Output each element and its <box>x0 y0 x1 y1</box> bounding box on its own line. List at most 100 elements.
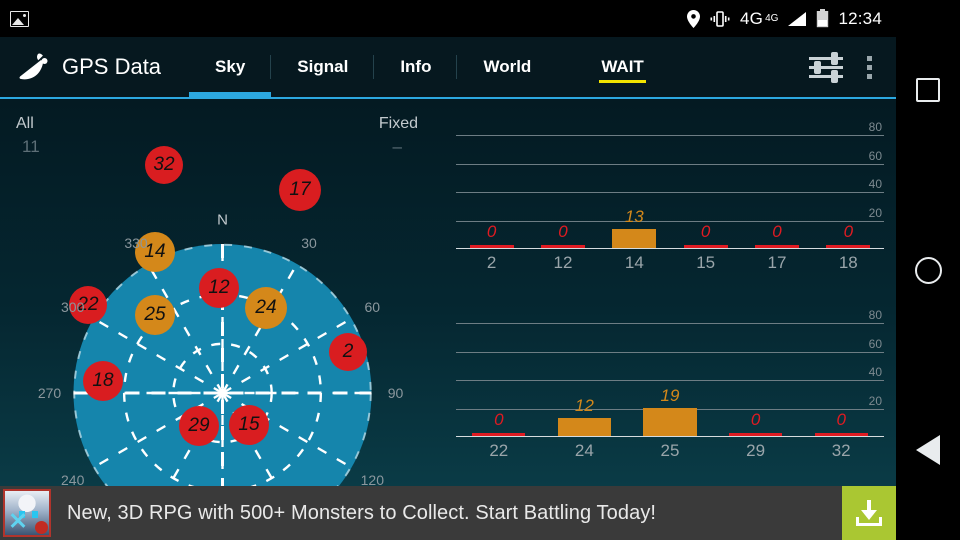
image-icon <box>10 10 29 27</box>
bearing-label-240: 240 <box>60 471 85 487</box>
vibrate-icon <box>710 10 730 27</box>
bar-column-14[interactable]: 13 <box>599 121 670 248</box>
fixed-satellites-label: Fixed <box>378 115 418 132</box>
x-tick-label-32: 32 <box>831 441 851 460</box>
x-tick-labels: 22 24 25 29 32 <box>456 441 884 461</box>
tab-signal[interactable]: Signal <box>271 37 375 97</box>
sky-plot[interactable]: All 11 Fixed – 32 17 14 12 22 25 24 2 18 29 15 N 30… <box>0 99 448 486</box>
home-button[interactable] <box>896 235 960 305</box>
bar-column-18[interactable]: 0 <box>813 121 884 248</box>
bar-column-12[interactable]: 0 <box>527 121 598 248</box>
satellite-id-label: 32 <box>153 154 175 175</box>
snr-chart-top-plot: 20 40 60 80 0 0 13 0 0 0 <box>456 120 884 249</box>
status-bar: 4G 4G 12:34 <box>0 0 896 37</box>
download-icon <box>856 500 882 526</box>
satellite-dish-icon <box>19 53 48 80</box>
bar-value-label: 0 <box>772 221 782 241</box>
bearing-label-90: 90 <box>387 385 404 401</box>
bar-column-29[interactable]: 0 <box>713 309 799 436</box>
bearing-label-270: 270 <box>37 385 62 401</box>
bar-value-label: 13 <box>624 207 644 227</box>
app-title: GPS Data <box>62 54 162 79</box>
snr-chart-bottom-plot: 20 40 60 80 0 12 19 0 0 <box>456 308 884 437</box>
bar-column-2[interactable]: 0 <box>456 121 527 248</box>
recents-button[interactable] <box>896 55 960 125</box>
square-icon <box>916 78 940 102</box>
satellite-marker-12[interactable]: 12 <box>199 268 239 308</box>
ad-banner[interactable]: New, 3D RPG with 500+ Monsters to Collec… <box>0 486 896 540</box>
bar-value-label: 0 <box>843 221 854 241</box>
ad-download-button[interactable] <box>842 486 896 540</box>
satellite-id-label: 15 <box>238 414 260 435</box>
signal-bars-icon <box>788 11 807 26</box>
gps-status-label: WAIT <box>601 57 644 76</box>
x-tick-label-12: 12 <box>553 253 573 272</box>
battery-icon <box>817 9 829 28</box>
bar-group: 0 0 13 0 0 0 <box>456 121 884 248</box>
tab-bar: Sky Signal Info World WAIT <box>189 37 658 97</box>
bar-value-label: 0 <box>486 221 497 241</box>
bearing-label-330: 330 <box>124 235 148 252</box>
tab-signal-label: Signal <box>297 57 349 76</box>
bar <box>557 418 611 436</box>
bar-value-label: 0 <box>558 221 568 241</box>
bar-value-label: 0 <box>494 409 504 429</box>
bearing-label-N: N <box>217 211 228 229</box>
tab-info[interactable]: Info <box>374 37 458 97</box>
snr-chart-top: 20 40 60 80 0 0 13 0 0 0 2 12 14 15 17 18 <box>448 107 896 295</box>
bar-column-17[interactable]: 0 <box>741 121 812 248</box>
app-bar: GPS Data Sky Signal Info World WAIT <box>0 37 896 99</box>
status-bar-left <box>0 10 29 27</box>
satellite-marker-32[interactable]: 32 <box>145 146 183 184</box>
tab-sky[interactable]: Sky <box>189 37 272 97</box>
bar-column-24[interactable]: 12 <box>542 309 628 436</box>
bearing-label-120: 120 <box>360 471 384 487</box>
satellite-id-label: 18 <box>92 370 114 391</box>
satellite-marker-25[interactable]: 25 <box>135 295 175 335</box>
satellite-marker-2[interactable]: 2 <box>329 333 367 371</box>
x-tick-label-18: 18 <box>838 253 858 272</box>
satellite-marker-15[interactable]: 15 <box>229 405 269 445</box>
satellite-marker-29[interactable]: 29 <box>179 406 219 446</box>
x-axis <box>456 247 884 249</box>
satellite-id-label: 29 <box>188 415 210 436</box>
all-satellites-label: All <box>16 115 34 132</box>
bar-group: 0 12 19 0 0 <box>456 309 884 436</box>
tab-info-label: Info <box>400 57 432 76</box>
bar-column-15[interactable]: 0 <box>670 121 741 248</box>
app-bar-actions <box>804 50 896 84</box>
satellite-id-label: 24 <box>255 297 277 318</box>
satellite-id-label: 17 <box>289 179 311 200</box>
satellite-marker-18[interactable]: 18 <box>83 361 123 401</box>
sliders-icon[interactable] <box>804 50 848 84</box>
app-brand: GPS Data <box>0 52 161 82</box>
location-pin-icon <box>687 9 701 28</box>
back-button[interactable] <box>896 415 960 485</box>
x-axis <box>456 435 884 437</box>
bar-column-22[interactable]: 0 <box>456 309 542 436</box>
bar-column-32[interactable]: 0 <box>798 309 884 436</box>
bar-value-label: 0 <box>700 221 711 241</box>
network-type-label: 4G <box>740 8 764 28</box>
satellite-marker-17[interactable]: 17 <box>279 169 321 211</box>
satellite-id-label: 2 <box>342 341 354 362</box>
more-vertical-icon[interactable] <box>856 50 882 84</box>
bar-column-25[interactable]: 19 <box>627 309 713 436</box>
x-tick-label-29: 29 <box>746 441 766 460</box>
gps-status-indicator[interactable]: WAIT <box>587 37 658 97</box>
x-tick-labels: 2 12 14 15 17 18 <box>456 253 884 273</box>
bar <box>643 408 697 436</box>
bar-value-label: 0 <box>836 409 846 429</box>
satellite-marker-24[interactable]: 24 <box>245 287 287 329</box>
satellite-id-label: 25 <box>144 304 166 325</box>
tab-world[interactable]: World <box>457 37 557 97</box>
signal-charts: 20 40 60 80 0 0 13 0 0 0 2 12 14 15 17 18 20 40 60 80 01… <box>448 99 896 486</box>
triangle-back-icon <box>916 435 940 465</box>
x-tick-label-22: 22 <box>489 441 509 460</box>
x-tick-label-25: 25 <box>660 441 680 460</box>
tab-world-label: World <box>483 57 532 76</box>
network-type-superscript: 4G <box>765 12 779 24</box>
bar-value-label: 0 <box>750 409 761 429</box>
bar-value-label: 19 <box>660 386 680 406</box>
gps-status-underline <box>599 80 646 83</box>
